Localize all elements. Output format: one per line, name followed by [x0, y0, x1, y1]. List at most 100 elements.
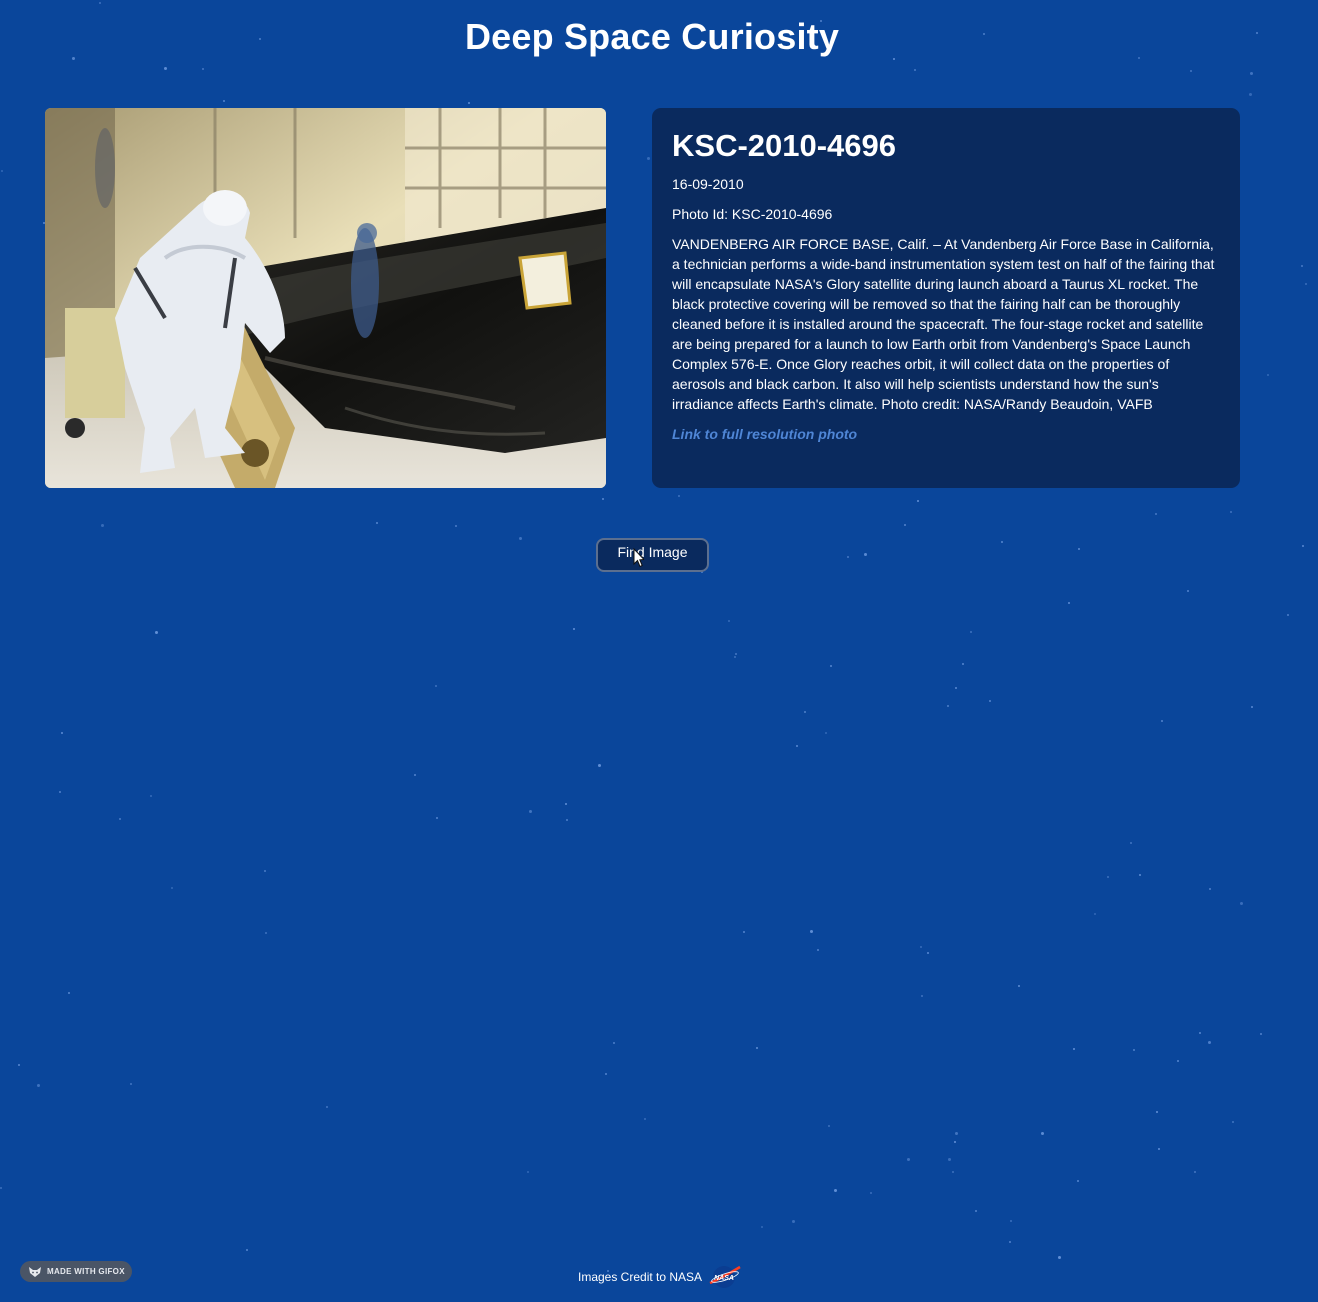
star-dot — [1139, 874, 1141, 876]
star-dot — [119, 818, 121, 820]
star-dot — [455, 525, 457, 527]
star-dot — [1155, 513, 1157, 515]
star-dot — [1161, 720, 1163, 722]
star-dot — [1305, 283, 1307, 285]
star-dot — [1041, 1132, 1044, 1135]
star-dot — [1001, 541, 1003, 543]
star-dot — [825, 732, 827, 734]
star-dot — [1073, 1048, 1075, 1050]
find-image-button[interactable]: Find Image — [596, 538, 709, 572]
star-dot — [1199, 1032, 1201, 1034]
star-dot — [828, 1125, 830, 1127]
star-dot — [955, 1132, 958, 1135]
star-dot — [1302, 545, 1304, 547]
star-dot — [647, 157, 650, 160]
star-dot — [99, 2, 101, 4]
star-dot — [1187, 590, 1189, 592]
fox-icon — [29, 1266, 41, 1277]
photo-title: KSC-2010-4696 — [672, 128, 897, 163]
star-dot — [1250, 72, 1253, 75]
star-dot — [1301, 265, 1303, 267]
star-dot — [834, 1189, 837, 1192]
star-dot — [435, 685, 437, 687]
star-dot — [1177, 1060, 1179, 1062]
star-dot — [101, 524, 104, 527]
star-dot — [529, 810, 532, 813]
star-dot — [1130, 842, 1132, 844]
photo-id: Photo Id: KSC-2010-4696 — [672, 206, 833, 222]
photo-details-card: KSC-2010-4696 16-09-2010 Photo Id: KSC-2… — [652, 108, 1240, 488]
star-dot — [202, 68, 204, 70]
star-dot — [1240, 902, 1243, 905]
star-dot — [527, 1171, 529, 1173]
star-dot — [605, 1073, 607, 1075]
star-dot — [1094, 913, 1096, 915]
star-dot — [171, 887, 173, 889]
star-dot — [817, 949, 819, 951]
star-dot — [927, 952, 929, 954]
nasa-logo-text: NASA — [714, 1275, 734, 1282]
apod-photo — [45, 108, 606, 488]
star-dot — [743, 931, 745, 933]
star-dot — [796, 745, 798, 747]
star-dot — [37, 1084, 40, 1087]
star-dot — [847, 556, 849, 558]
star-dot — [326, 1106, 328, 1108]
star-dot — [864, 553, 867, 556]
star-dot — [613, 1042, 615, 1044]
star-dot — [1158, 1148, 1160, 1150]
photo-image — [45, 108, 606, 488]
star-dot — [1209, 888, 1211, 890]
star-dot — [1018, 985, 1020, 987]
star-dot — [904, 524, 906, 526]
star-dot — [962, 663, 964, 665]
photo-date: 16-09-2010 — [672, 176, 744, 192]
photo-description: VANDENBERG AIR FORCE BASE, Calif. – At V… — [672, 236, 1215, 412]
star-dot — [1068, 602, 1070, 604]
star-dot — [1260, 1033, 1262, 1035]
star-dot — [735, 653, 737, 655]
star-dot — [893, 58, 895, 60]
star-dot — [792, 1220, 795, 1223]
star-dot — [952, 1171, 954, 1173]
star-dot — [468, 102, 470, 104]
star-dot — [1010, 1220, 1012, 1222]
star-dot — [246, 1249, 248, 1251]
star-dot — [1058, 1256, 1061, 1259]
page-title: Deep Space Curiosity — [464, 16, 840, 57]
star-dot — [59, 791, 61, 793]
star-dot — [907, 1158, 910, 1161]
star-dot — [810, 930, 813, 933]
star-dot — [1267, 374, 1269, 376]
footer-credit: Images Credit to NASA — [578, 1270, 703, 1284]
star-dot — [1230, 511, 1232, 513]
full-resolution-link[interactable]: Link to full resolution photo — [672, 424, 857, 444]
star-dot — [1, 170, 3, 172]
star-dot — [598, 764, 601, 767]
gifox-badge-label: MADE WITH GIFOX — [47, 1267, 125, 1276]
star-dot — [155, 631, 158, 634]
star-dot — [1133, 1049, 1135, 1051]
star-dot — [376, 522, 378, 524]
star-dot — [519, 537, 522, 540]
star-dot — [1251, 706, 1253, 708]
star-dot — [1194, 1171, 1196, 1173]
star-dot — [975, 1210, 977, 1212]
star-dot — [264, 870, 266, 872]
star-dot — [734, 656, 736, 658]
star-dot — [1190, 70, 1192, 72]
star-dot — [955, 687, 957, 689]
star-dot — [947, 705, 949, 707]
nasa-logo-icon: NASA — [709, 1265, 741, 1288]
star-dot — [948, 1158, 951, 1161]
star-dot — [1156, 1111, 1158, 1113]
star-dot — [1208, 1041, 1211, 1044]
star-dot — [414, 774, 416, 776]
star-dot — [1107, 876, 1109, 878]
star-dot — [164, 67, 167, 70]
star-dot — [870, 1192, 872, 1194]
star-dot — [1232, 1121, 1234, 1123]
star-dot — [804, 711, 806, 713]
star-dot — [830, 665, 832, 667]
star-dot — [130, 1083, 132, 1085]
